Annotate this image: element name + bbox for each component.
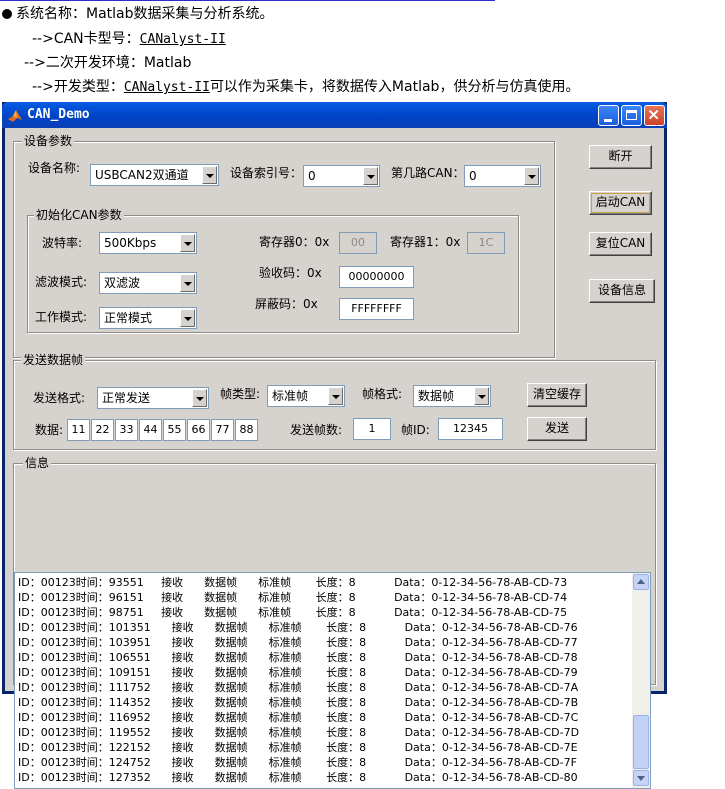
bullet-icon [2,9,12,19]
chevron-down-icon [180,234,195,252]
log-line[interactable]: ID：00123时间：93551 接收 数据帧 标准帧 长度：8 Data：0-… [18,575,630,590]
data-byte-input[interactable]: 55 [163,419,186,441]
acceptance-code-label: 验收码：0x [259,266,322,280]
data-byte-input[interactable]: 88 [235,419,258,441]
device-index-label: 设备索引号： [230,166,303,180]
device-name-select[interactable]: USBCAN2双通道 [90,164,219,186]
register0-field: 00 [339,232,377,254]
can-demo-window: CAN_Demo 设备参数 设备名称: USBCAN2双通道 设备索引号： 0 … [2,102,667,789]
intro-line-dev-env: -->二次开发环境：Matlab [24,55,192,71]
log-scrollbar[interactable] [632,573,650,788]
send-count-input[interactable]: 1 [353,418,391,440]
data-byte-input[interactable]: 77 [211,419,234,441]
minimize-button[interactable] [598,105,619,126]
window-title: CAN_Demo [27,107,90,122]
data-byte-input[interactable]: 66 [187,419,210,441]
filter-mode-select[interactable]: 双滤波 [99,272,197,294]
can-channel-select[interactable]: 0 [464,165,541,187]
chevron-down-icon [363,167,378,185]
log-line[interactable]: ID：00123时间：109151 接收 数据帧 标准帧 长度：8 Data：0… [18,665,630,680]
title-bar[interactable]: CAN_Demo [2,102,667,128]
reset-can-button[interactable]: 复位CAN [589,232,652,256]
frame-id-input[interactable]: 12345 [438,418,503,440]
log-line[interactable]: ID：00123时间：98751 接收 数据帧 标准帧 长度：8 Data：0-… [18,605,630,620]
scroll-up-icon[interactable] [633,574,649,590]
frame-type-label: 帧类型: [220,387,261,401]
chevron-down-icon [328,387,343,405]
send-frame-group-label: 发送数据帧 [21,353,86,367]
device-params-group-label: 设备参数 [22,134,75,148]
log-line[interactable]: ID：00123时间：116952 接收 数据帧 标准帧 长度：8 Data：0… [18,710,630,725]
matlab-icon [8,110,22,122]
frame-type-select[interactable]: 标准帧 [267,385,345,407]
chevron-down-icon [474,387,489,405]
data-bytes: 11 22 33 44 55 66 77 88 [67,419,263,441]
intro-text: 系统名称：Matlab数据采集与分析系统。 -->CAN卡型号：CANalyst… [0,0,725,100]
intro-line-can-card: -->CAN卡型号：CANalyst-II [32,31,226,47]
can-channel-label: 第几路CAN： [391,166,465,180]
log-line[interactable]: ID：00123时间：114352 接收 数据帧 标准帧 长度：8 Data：0… [18,695,630,710]
intro-line-dev-type: -->开发类型：CANalyst-II可以作为采集卡，将数据传入Matlab，供… [32,79,580,95]
info-group-label: 信息 [23,456,52,470]
close-button[interactable] [644,105,665,126]
top-rule [0,0,495,1]
chevron-down-icon [180,309,195,327]
log-line[interactable]: ID：00123时间：122152 接收 数据帧 标准帧 长度：8 Data：0… [18,740,630,755]
log-line[interactable]: ID：00123时间：124752 接收 数据帧 标准帧 长度：8 Data：0… [18,755,630,770]
log-lines: ID：00123时间：93551 接收 数据帧 标准帧 长度：8 Data：0-… [18,575,630,787]
log-line[interactable]: ID：00123时间：103951 接收 数据帧 标准帧 长度：8 Data：0… [18,635,630,650]
filter-mode-label: 滤波模式: [35,275,88,289]
maximize-icon [626,110,637,120]
log-line[interactable]: ID：00123时间：96151 接收 数据帧 标准帧 长度：8 Data：0-… [18,590,630,605]
data-label: 数据: [35,423,64,437]
log-line[interactable]: ID：00123时间：101351 接收 数据帧 标准帧 长度：8 Data：0… [18,620,630,635]
intro-line-system-name: 系统名称：Matlab数据采集与分析系统。 [2,5,274,23]
chevron-down-icon [524,167,539,185]
data-byte-input[interactable]: 22 [91,419,114,441]
register0-label: 寄存器0：0x [259,235,330,249]
data-byte-input[interactable]: 11 [67,419,90,441]
frame-format-select[interactable]: 数据帧 [413,385,491,407]
send-format-select[interactable]: 正常发送 [97,387,209,409]
baud-rate-label: 波特率: [42,236,83,250]
device-name-label: 设备名称: [28,161,81,175]
info-log-listbox[interactable]: ID：00123时间：93551 接收 数据帧 标准帧 长度：8 Data：0-… [14,572,651,789]
minimize-icon [604,119,612,122]
mask-code-input[interactable]: FFFFFFFF [339,298,414,320]
register1-label: 寄存器1：0x [390,235,461,249]
send-button[interactable]: 发送 [527,417,587,441]
scroll-thumb[interactable] [633,715,649,769]
device-index-select[interactable]: 0 [303,165,380,187]
close-icon [648,109,659,120]
device-info-button[interactable]: 设备信息 [589,279,655,303]
work-mode-label: 工作模式: [35,310,88,324]
chevron-down-icon [202,166,217,184]
scroll-down-icon[interactable] [633,770,649,786]
mask-code-label: 屏蔽码：0x [255,297,318,311]
register1-field: 1C [467,232,505,254]
frame-id-label: 帧ID: [401,423,430,437]
disconnect-button[interactable]: 断开 [589,145,652,169]
can-card-link[interactable]: CANalyst-II [140,32,226,47]
maximize-button[interactable] [621,105,642,126]
clear-buffer-button[interactable]: 清空缓存 [527,383,587,407]
send-format-label: 发送格式: [33,391,86,405]
send-count-label: 发送帧数: [290,423,343,437]
chevron-down-icon [192,389,207,407]
log-line[interactable]: ID：00123时间：106551 接收 数据帧 标准帧 长度：8 Data：0… [18,650,630,665]
work-mode-select[interactable]: 正常模式 [99,307,197,329]
log-line[interactable]: ID：00123时间：111752 接收 数据帧 标准帧 长度：8 Data：0… [18,680,630,695]
chevron-down-icon [180,274,195,292]
log-line[interactable]: ID：00123时间：127352 接收 数据帧 标准帧 长度：8 Data：0… [18,770,630,785]
baud-rate-select[interactable]: 500Kbps [99,232,197,254]
data-byte-input[interactable]: 33 [115,419,138,441]
acceptance-code-input[interactable]: 00000000 [339,266,414,288]
log-line[interactable]: ID：00123时间：119552 接收 数据帧 标准帧 长度：8 Data：0… [18,725,630,740]
data-byte-input[interactable]: 44 [139,419,162,441]
dev-type-link[interactable]: CANalyst-II [124,80,210,95]
init-params-group-label: 初始化CAN参数 [34,208,124,222]
start-can-button[interactable]: 启动CAN [589,191,652,215]
frame-format-label: 帧格式: [362,387,403,401]
